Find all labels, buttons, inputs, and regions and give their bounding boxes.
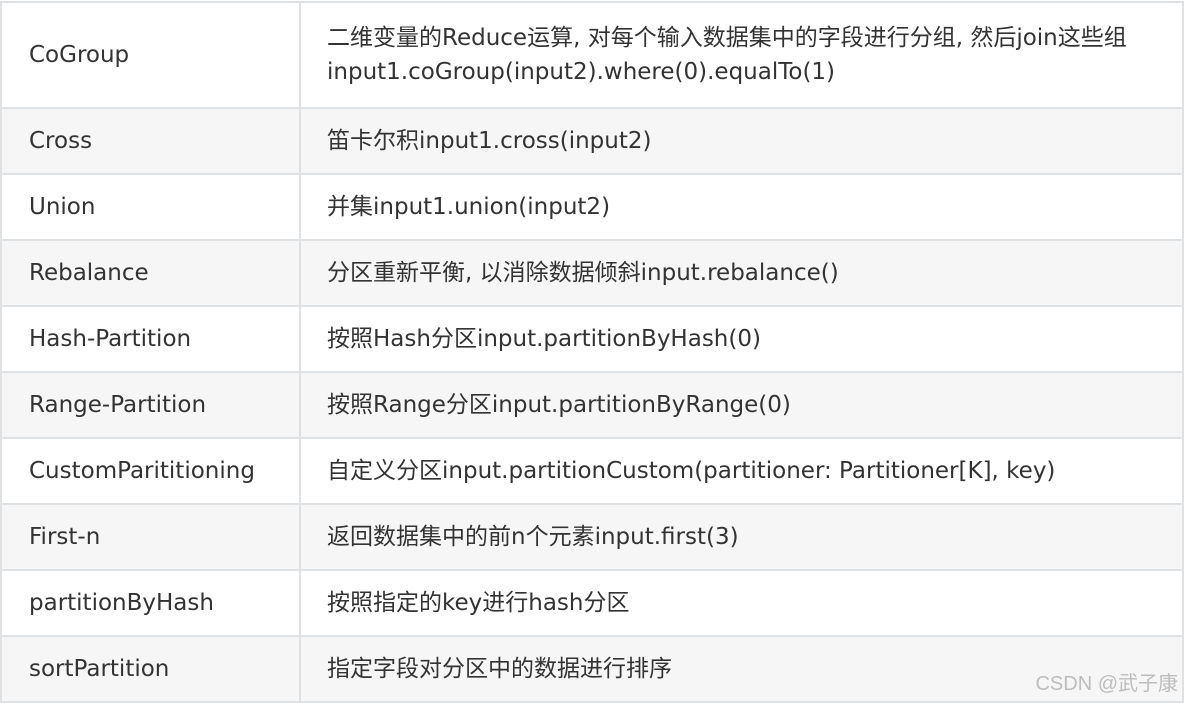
operator-name: partitionByHash bbox=[0, 569, 301, 637]
operator-name: CoGroup bbox=[0, 1, 301, 109]
table-row: Cross 笛卡尔积input1.cross(input2) bbox=[0, 107, 1184, 175]
table-row: partitionByHash 按照指定的key进行hash分区 bbox=[0, 569, 1184, 637]
operator-description: 按照Hash分区input.partitionByHash(0) bbox=[299, 305, 1184, 373]
operator-name: CustomParititioning bbox=[0, 437, 301, 505]
table-row: Range-Partition 按照Range分区input.partitionB… bbox=[0, 371, 1184, 439]
operator-description: 按照指定的key进行hash分区 bbox=[299, 569, 1184, 637]
table-row: Union 并集input1.union(input2) bbox=[0, 173, 1184, 241]
operators-table: CoGroup 二维变量的Reduce运算, 对每个输入数据集中的字段进行分组, … bbox=[0, 1, 1184, 703]
operator-name: Cross bbox=[0, 107, 301, 175]
table-row: CustomParititioning 自定义分区input.partitionC… bbox=[0, 437, 1184, 505]
operator-description: 返回数据集中的前n个元素input.first(3) bbox=[299, 503, 1184, 571]
table-row: CoGroup 二维变量的Reduce运算, 对每个输入数据集中的字段进行分组, … bbox=[0, 1, 1184, 109]
operator-name: Range-Partition bbox=[0, 371, 301, 439]
operator-description: 自定义分区input.partitionCustom(partitioner: … bbox=[299, 437, 1184, 505]
operator-description: 分区重新平衡, 以消除数据倾斜input.rebalance() bbox=[299, 239, 1184, 307]
operator-description: 二维变量的Reduce运算, 对每个输入数据集中的字段进行分组, 然后join这… bbox=[299, 1, 1184, 109]
operator-name: First-n bbox=[0, 503, 301, 571]
operator-description: 按照Range分区input.partitionByRange(0) bbox=[299, 371, 1184, 439]
operator-description: 笛卡尔积input1.cross(input2) bbox=[299, 107, 1184, 175]
watermark: CSDN @武子康 bbox=[1035, 673, 1178, 695]
table-row: First-n 返回数据集中的前n个元素input.first(3) bbox=[0, 503, 1184, 571]
operator-description: 并集input1.union(input2) bbox=[299, 173, 1184, 241]
table-row: sortPartition 指定字段对分区中的数据进行排序 bbox=[0, 635, 1184, 703]
operator-name: Hash-Partition bbox=[0, 305, 301, 373]
table-row: Rebalance 分区重新平衡, 以消除数据倾斜input.rebalance(… bbox=[0, 239, 1184, 307]
operator-name: Union bbox=[0, 173, 301, 241]
operator-name: sortPartition bbox=[0, 635, 301, 703]
table-row: Hash-Partition 按照Hash分区input.partitionByH… bbox=[0, 305, 1184, 373]
operator-name: Rebalance bbox=[0, 239, 301, 307]
